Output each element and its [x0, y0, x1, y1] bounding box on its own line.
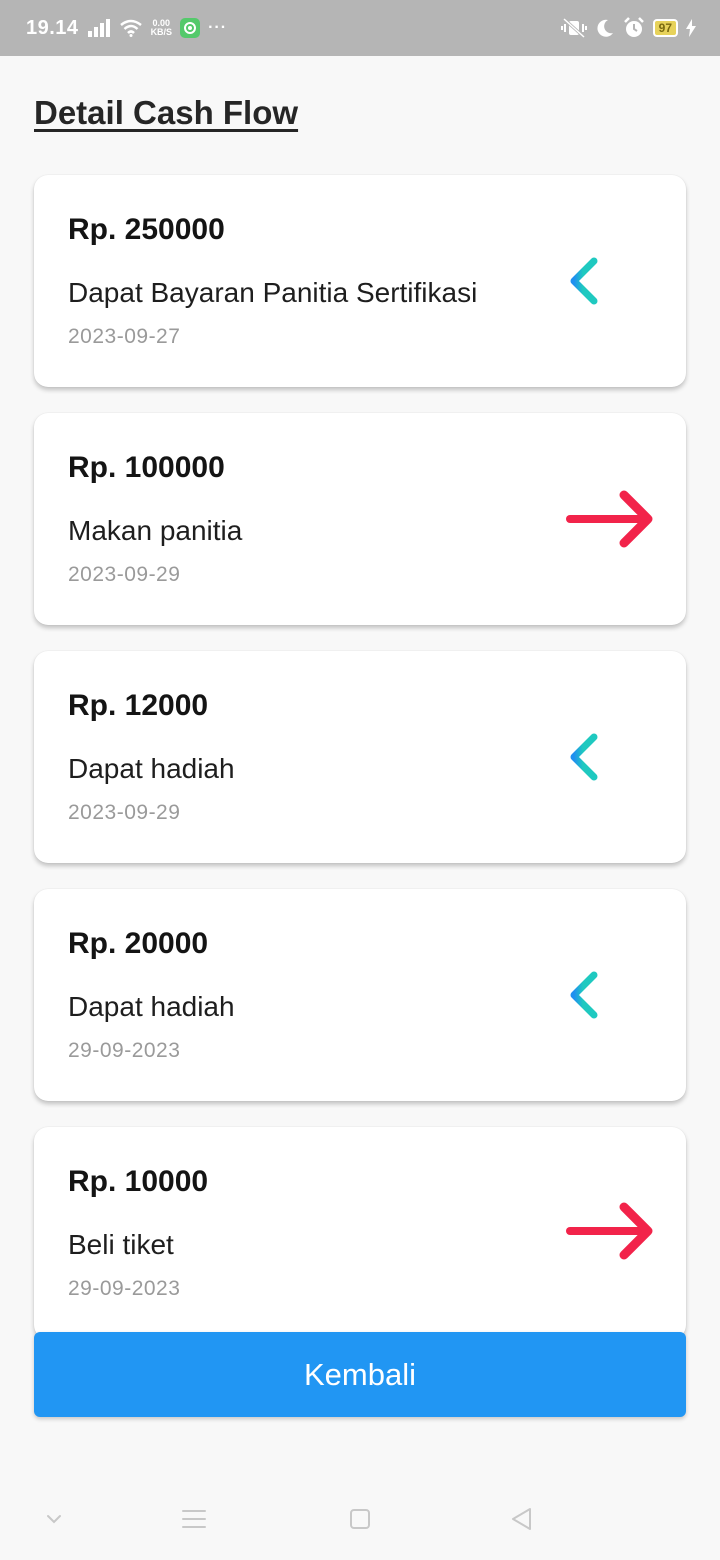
app-notification-icon — [180, 18, 201, 38]
battery-indicator: 97 — [652, 19, 678, 37]
transaction-description: Dapat Bayaran Panitia Sertifikasi — [68, 277, 478, 308]
status-right: 97 — [560, 17, 696, 39]
signal-icon — [87, 19, 110, 37]
arrow-left-icon — [570, 257, 655, 305]
transaction-amount: Rp. 12000 — [68, 689, 209, 722]
net-speed-unit: KB/S — [150, 27, 173, 37]
arrow-right-icon — [566, 1202, 653, 1260]
transaction-card[interactable]: Rp. 100000 Makan panitia 2023-09-29 — [34, 413, 686, 625]
transaction-amount: Rp. 20000 — [68, 927, 209, 960]
status-bar: 19.14 0.00 KB/S ··· 97 — [0, 0, 720, 56]
transaction-card[interactable]: Rp. 10000 Beli tiket 29-09-2023 — [34, 1127, 686, 1339]
transaction-date: 2023-09-29 — [68, 563, 181, 586]
battery-level: 97 — [658, 21, 672, 35]
transaction-card[interactable]: Rp. 250000 Dapat Bayaran Panitia Sertifi… — [34, 175, 686, 387]
arrow-left-icon — [570, 971, 655, 1019]
wifi-icon — [119, 19, 142, 37]
menu-icon[interactable] — [179, 1504, 209, 1534]
back-button[interactable]: Kembali — [34, 1332, 686, 1417]
status-left: 19.14 0.00 KB/S ··· — [26, 17, 227, 40]
net-speed: 0.00 KB/S — [151, 19, 173, 37]
transaction-amount: Rp. 100000 — [68, 451, 225, 484]
alarm-icon — [623, 17, 644, 37]
more-notifications-icon: ··· — [208, 19, 228, 36]
charging-icon — [686, 19, 696, 37]
transaction-date: 2023-09-27 — [68, 325, 181, 348]
transaction-date: 29-09-2023 — [68, 1039, 181, 1062]
transaction-description: Dapat hadiah — [68, 753, 235, 784]
transaction-description: Makan panitia — [68, 515, 243, 546]
moon-icon — [597, 19, 613, 37]
transaction-amount: Rp. 250000 — [68, 213, 225, 246]
vibrate-off-icon — [560, 18, 587, 38]
page-title: Detail Cash Flow — [34, 94, 299, 131]
transaction-card[interactable]: Rp. 12000 Dapat hadiah 2023-09-29 — [34, 651, 686, 863]
arrow-left-icon — [570, 733, 655, 781]
arrow-right-icon — [566, 490, 653, 548]
transaction-date: 29-09-2023 — [68, 1277, 181, 1300]
transaction-amount: Rp. 10000 — [68, 1165, 209, 1198]
transaction-card[interactable]: Rp. 20000 Dapat hadiah 29-09-2023 — [34, 889, 686, 1101]
navigation-bar — [0, 1478, 720, 1560]
back-triangle-icon[interactable] — [507, 1504, 537, 1534]
transaction-date: 2023-09-29 — [68, 801, 181, 824]
transaction-description: Dapat hadiah — [68, 991, 235, 1022]
transaction-description: Beli tiket — [68, 1229, 174, 1260]
status-time: 19.14 — [26, 16, 79, 39]
home-square-icon[interactable] — [345, 1504, 375, 1534]
chevron-down-icon[interactable] — [39, 1504, 69, 1534]
